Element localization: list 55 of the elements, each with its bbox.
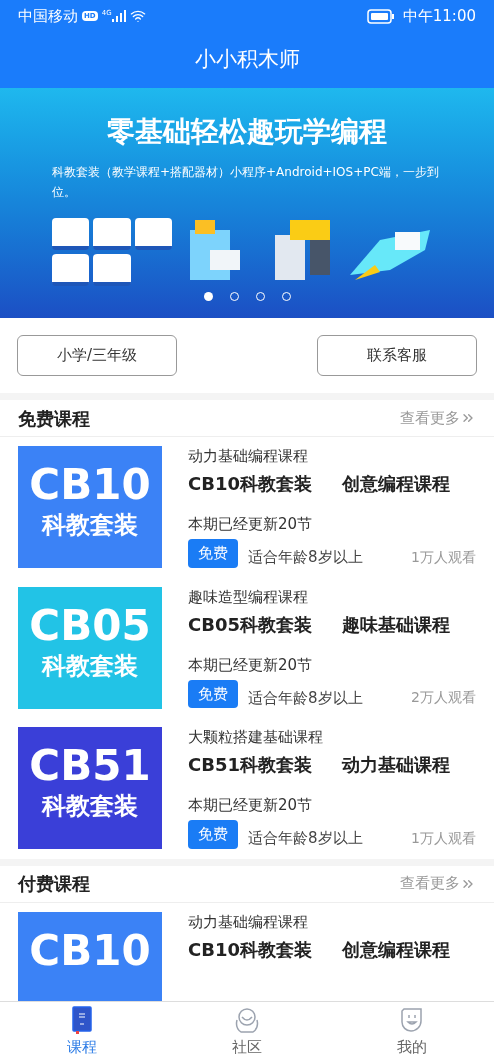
update-count: 本期已经更新20节 — [188, 654, 314, 675]
course-category: 大颗粒搭建基础课程 — [188, 727, 324, 747]
course-category: 动力基础编程课程 — [188, 446, 309, 466]
course-title: CB05科教套装 — [188, 612, 312, 637]
people-hug-icon — [233, 1006, 261, 1035]
battery-icon — [366, 8, 395, 24]
clock-time: 中午11:00 — [402, 5, 476, 27]
course-title: CB10科教套装 — [188, 472, 312, 496]
update-count: 本期已经更新20节 — [188, 795, 314, 815]
signal-icon — [111, 10, 126, 22]
book-icon — [71, 1006, 94, 1035]
free-badge: 免费 — [188, 679, 238, 708]
cover-title: CB10 — [29, 464, 151, 506]
smiley-icon — [398, 1006, 425, 1035]
cover-title: CB10 — [29, 929, 151, 972]
promo-banner[interactable]: 零基础轻松趣玩学编程 科教套装（教学课程+搭配器材）小程序+Android+IOS+PC端，一步到位。 — [0, 88, 494, 318]
section-title: 免费课程 — [18, 406, 90, 431]
cover-subtitle: 科教套装 — [42, 791, 138, 821]
outline-button[interactable]: 联系客服 — [317, 335, 477, 376]
course-title: CB51科教套装 — [188, 753, 312, 777]
outline-button[interactable]: 小学/三年级 — [17, 335, 177, 376]
free-badge: 免费 — [188, 539, 238, 568]
course-cover[interactable]: CB51 科教套装 — [18, 727, 162, 849]
course-subtitle: 趣味基础课程 — [342, 612, 450, 637]
cover-subtitle: 科教套装 — [42, 650, 138, 681]
view-count: 2万人观看 — [411, 688, 476, 708]
cover-title: CB51 — [29, 745, 151, 787]
see-more-link[interactable]: 查看更多 — [400, 406, 476, 430]
free-badge: 免费 — [188, 820, 238, 849]
course-subtitle: 创意编程课程 — [342, 937, 450, 962]
cover-subtitle: 科教套装 — [42, 510, 138, 540]
cover-title: CB05 — [29, 604, 151, 647]
age-range: 适合年龄8岁以上 — [248, 687, 363, 709]
view-count: 1万人观看 — [411, 828, 476, 848]
banner-text: 科教套装（教学课程+搭配器材）小程序+Android+IOS+PC端，一步到位。 — [52, 164, 440, 201]
update-count: 本期已经更新20节 — [188, 514, 314, 534]
see-more-link[interactable]: 查看更多 — [400, 872, 476, 895]
course-cover[interactable]: CB10 科教套装 — [18, 446, 162, 568]
course-category: 趣味造型编程课程 — [188, 586, 309, 607]
view-count: 1万人观看 — [411, 547, 476, 567]
age-range: 适合年龄8岁以上 — [248, 828, 363, 849]
course-subtitle: 动力基础课程 — [342, 753, 450, 777]
banner-headline: 零基础轻松趣玩学编程 — [107, 114, 387, 150]
section-title: 付费课程 — [18, 872, 90, 896]
nav-tab[interactable]: 课程 — [0, 1002, 165, 1063]
course-category: 动力基础编程课程 — [188, 911, 309, 932]
course-cover[interactable]: CB10 — [18, 911, 162, 1001]
carrier-name: 中国移动 — [18, 5, 78, 27]
nav-tab[interactable]: 社区 — [164, 1002, 330, 1063]
nav-tab[interactable]: 我的 — [329, 1002, 494, 1063]
course-subtitle: 创意编程课程 — [342, 472, 450, 496]
wifi-icon — [129, 8, 146, 24]
course-title: CB10科教套装 — [188, 937, 312, 962]
age-range: 适合年龄8岁以上 — [248, 547, 363, 568]
app-title: 小小积木师 — [194, 46, 300, 74]
